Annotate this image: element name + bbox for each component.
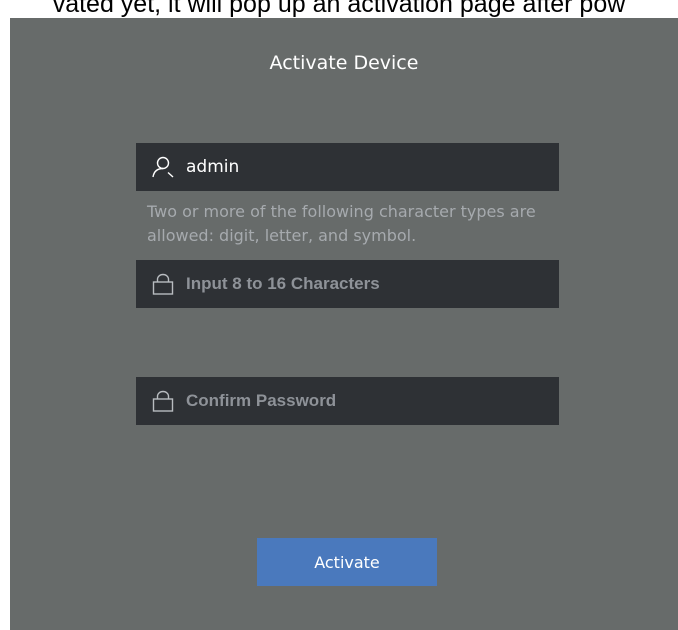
lock-icon (152, 273, 174, 295)
activate-button[interactable]: Activate (257, 538, 437, 586)
activation-screen: Activate Device admin Two or more of the… (10, 18, 678, 630)
username-value: admin (186, 157, 240, 177)
username-field[interactable]: admin (136, 143, 559, 191)
document-caption-text: vated yet, it will pop up an activation … (52, 0, 626, 18)
password-input[interactable] (186, 274, 547, 294)
page-title: Activate Device (269, 52, 419, 74)
password-field[interactable] (136, 260, 559, 308)
lock-icon (152, 390, 174, 412)
confirm-password-field[interactable] (136, 377, 559, 425)
password-rules-hint: Two or more of the following character t… (147, 202, 536, 245)
confirm-password-input[interactable] (186, 391, 547, 411)
user-icon (152, 156, 174, 178)
